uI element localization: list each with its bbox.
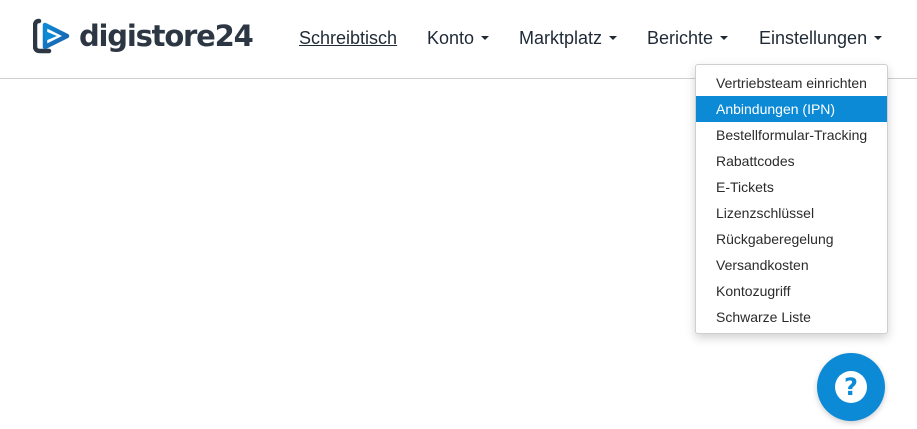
menu-item-lizenzschluessel[interactable]: Lizenzschlüssel <box>696 200 887 226</box>
menu-item-bestellformular-tracking[interactable]: Bestellformular-Tracking <box>696 122 887 148</box>
question-mark-icon: ? <box>835 371 867 403</box>
nav-label: Einstellungen <box>759 28 868 48</box>
nav-label: Marktplatz <box>519 28 603 48</box>
caret-down-icon <box>874 36 883 41</box>
menu-item-anbindungen-ipn[interactable]: Anbindungen (IPN) <box>696 96 887 122</box>
nav-konto[interactable]: Konto <box>427 26 490 50</box>
caret-down-icon <box>609 36 618 41</box>
nav-berichte[interactable]: Berichte <box>647 26 729 50</box>
brand-logo-link[interactable]: digistore24 <box>33 17 254 55</box>
menu-item-vertriebsteam[interactable]: Vertriebsteam einrichten <box>696 70 887 96</box>
caret-down-icon <box>481 36 490 41</box>
menu-item-schwarze-liste[interactable]: Schwarze Liste <box>696 304 887 330</box>
menu-item-rueckgaberegelung[interactable]: Rückgaberegelung <box>696 226 887 252</box>
menu-item-kontozugriff[interactable]: Kontozugriff <box>696 278 887 304</box>
nav-label: Berichte <box>647 28 714 48</box>
caret-down-icon <box>720 36 729 41</box>
menu-item-versandkosten[interactable]: Versandkosten <box>696 252 887 278</box>
nav-label: Konto <box>427 28 475 48</box>
nav-marktplatz[interactable]: Marktplatz <box>519 26 618 50</box>
nav-einstellungen[interactable]: Einstellungen <box>759 26 883 50</box>
brand-name: digistore24 <box>79 19 254 53</box>
menu-item-e-tickets[interactable]: E-Tickets <box>696 174 887 200</box>
einstellungen-dropdown-menu: Vertriebsteam einrichten Anbindungen (IP… <box>695 64 888 334</box>
menu-item-rabattcodes[interactable]: Rabattcodes <box>696 148 887 174</box>
nav-label: Schreibtisch <box>299 28 398 48</box>
nav-schreibtisch[interactable]: Schreibtisch <box>299 26 397 50</box>
help-button[interactable]: ? <box>817 353 885 421</box>
digistore-logo-icon <box>33 17 73 55</box>
